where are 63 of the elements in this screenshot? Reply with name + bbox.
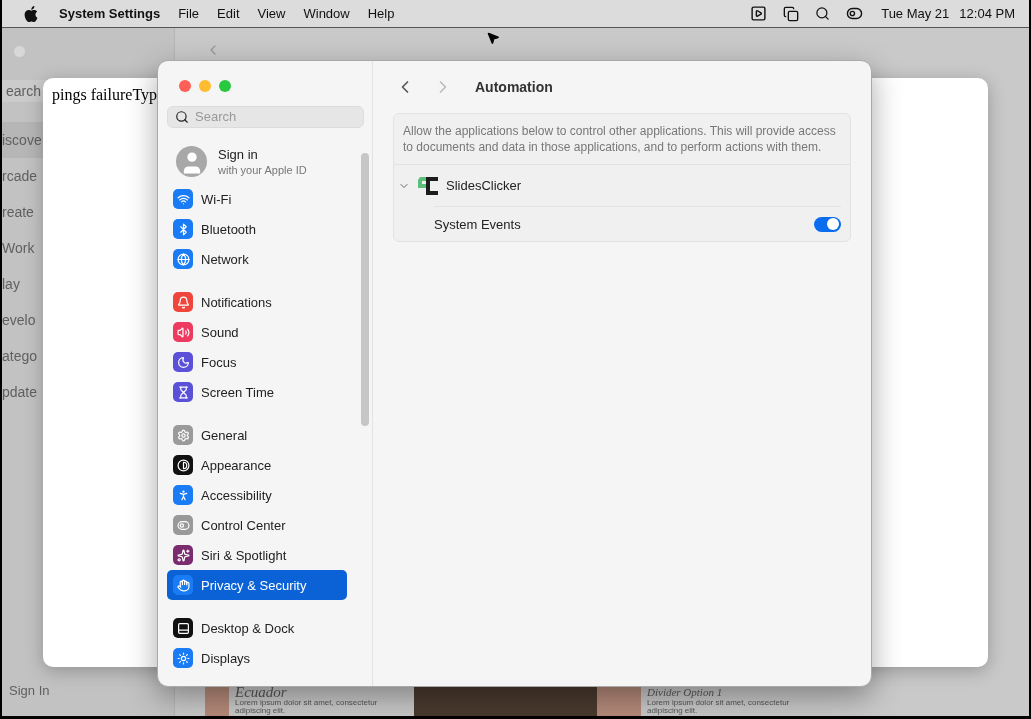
- sidebar-item[interactable]: Appearance: [167, 450, 347, 480]
- accent-bar: [597, 686, 617, 716]
- contrast-icon: [173, 455, 193, 475]
- toggle-switch[interactable]: [814, 216, 841, 232]
- background-sign-in[interactable]: Sign In: [2, 683, 174, 698]
- close-button[interactable]: [179, 80, 191, 92]
- sidebar-item[interactable]: Siri & Spotlight: [167, 540, 347, 570]
- logo-icon: [24, 5, 38, 22]
- sidebar-item[interactable]: General: [167, 420, 347, 450]
- menu-item[interactable]: Window: [294, 6, 359, 21]
- menu-item[interactable]: Edit: [208, 6, 249, 21]
- menu-bar-time: 12:04 PM: [958, 6, 1015, 21]
- person-icon: [173, 485, 193, 505]
- account-title[interactable]: Sign in: [218, 147, 307, 163]
- scrollbar-thumb[interactable]: [361, 153, 369, 426]
- menu-item[interactable]: Help: [358, 6, 404, 21]
- minimize-button[interactable]: [199, 80, 211, 92]
- account-subtitle: with your Apple ID: [218, 164, 307, 177]
- search-placeholder: Search: [195, 109, 237, 125]
- menu-item[interactable]: File: [169, 6, 209, 21]
- moon-icon: [173, 352, 193, 372]
- sidebar-item[interactable]: Notifications: [167, 287, 347, 317]
- toggle-icon: [173, 515, 193, 535]
- accent-bar: [617, 686, 641, 716]
- sidebar-item[interactable]: Wi-Fi: [167, 184, 347, 214]
- hourglass-icon: [173, 382, 193, 402]
- sidebar-item[interactable]: Sound: [167, 317, 347, 347]
- wifi-icon: [173, 189, 193, 209]
- thumbnail-title: Divider Option 1: [647, 686, 724, 699]
- sidebar-item[interactable]: Bluetooth: [167, 214, 347, 244]
- zoom-button[interactable]: [219, 80, 231, 92]
- dock-icon: [173, 618, 193, 638]
- sidebar-item[interactable]: Network: [167, 244, 347, 274]
- description-text: Allow the applications below to control other applications. This will provide access to documents and data in those applications, and to perform actions with them.: [394, 114, 850, 165]
- sun-icon: [173, 648, 193, 668]
- app-menu[interactable]: System Settings: [50, 6, 170, 21]
- sidebar-item[interactable]: Screen Time: [167, 377, 347, 407]
- app-name: SlidesClicker: [446, 178, 522, 193]
- accent-bar: [205, 686, 229, 716]
- gear-icon: [173, 425, 193, 445]
- globe-icon: [173, 249, 193, 269]
- bluetooth-icon: [173, 219, 193, 239]
- hand-icon: [173, 575, 193, 595]
- sparkles-icon: [173, 545, 193, 565]
- app-logo-icon: [416, 174, 440, 197]
- sidebar-item[interactable]: Displays: [167, 643, 347, 673]
- thumbnail-caption: Lorem ipsum dolor sit amet, consectetur adipiscing elit.: [235, 699, 379, 715]
- menu-bar-date: Tue May 21: [880, 6, 950, 21]
- thumbnail-caption: Lorem ipsum dolor sit amet, consectetur adipiscing elit.: [647, 699, 791, 715]
- page-title: Automation: [475, 79, 553, 95]
- sidebar-item[interactable]: Control Center: [167, 510, 347, 540]
- sidebar-item[interactable]: Privacy & Security: [167, 570, 347, 600]
- sidebar-item[interactable]: Accessibility: [167, 480, 347, 510]
- thumbnail-title: Ecuador: [235, 686, 288, 699]
- avatar-icon[interactable]: [176, 146, 207, 178]
- menu-item[interactable]: View: [248, 6, 295, 21]
- search-icon: [175, 109, 189, 124]
- target-app-name: System Events: [434, 216, 522, 232]
- mouse-pointer-icon: [486, 31, 500, 45]
- sidebar-item[interactable]: Focus: [167, 347, 347, 377]
- bell-icon: [173, 292, 193, 312]
- sidebar-item[interactable]: Desktop & Dock: [167, 613, 347, 643]
- speaker-icon: [173, 322, 193, 342]
